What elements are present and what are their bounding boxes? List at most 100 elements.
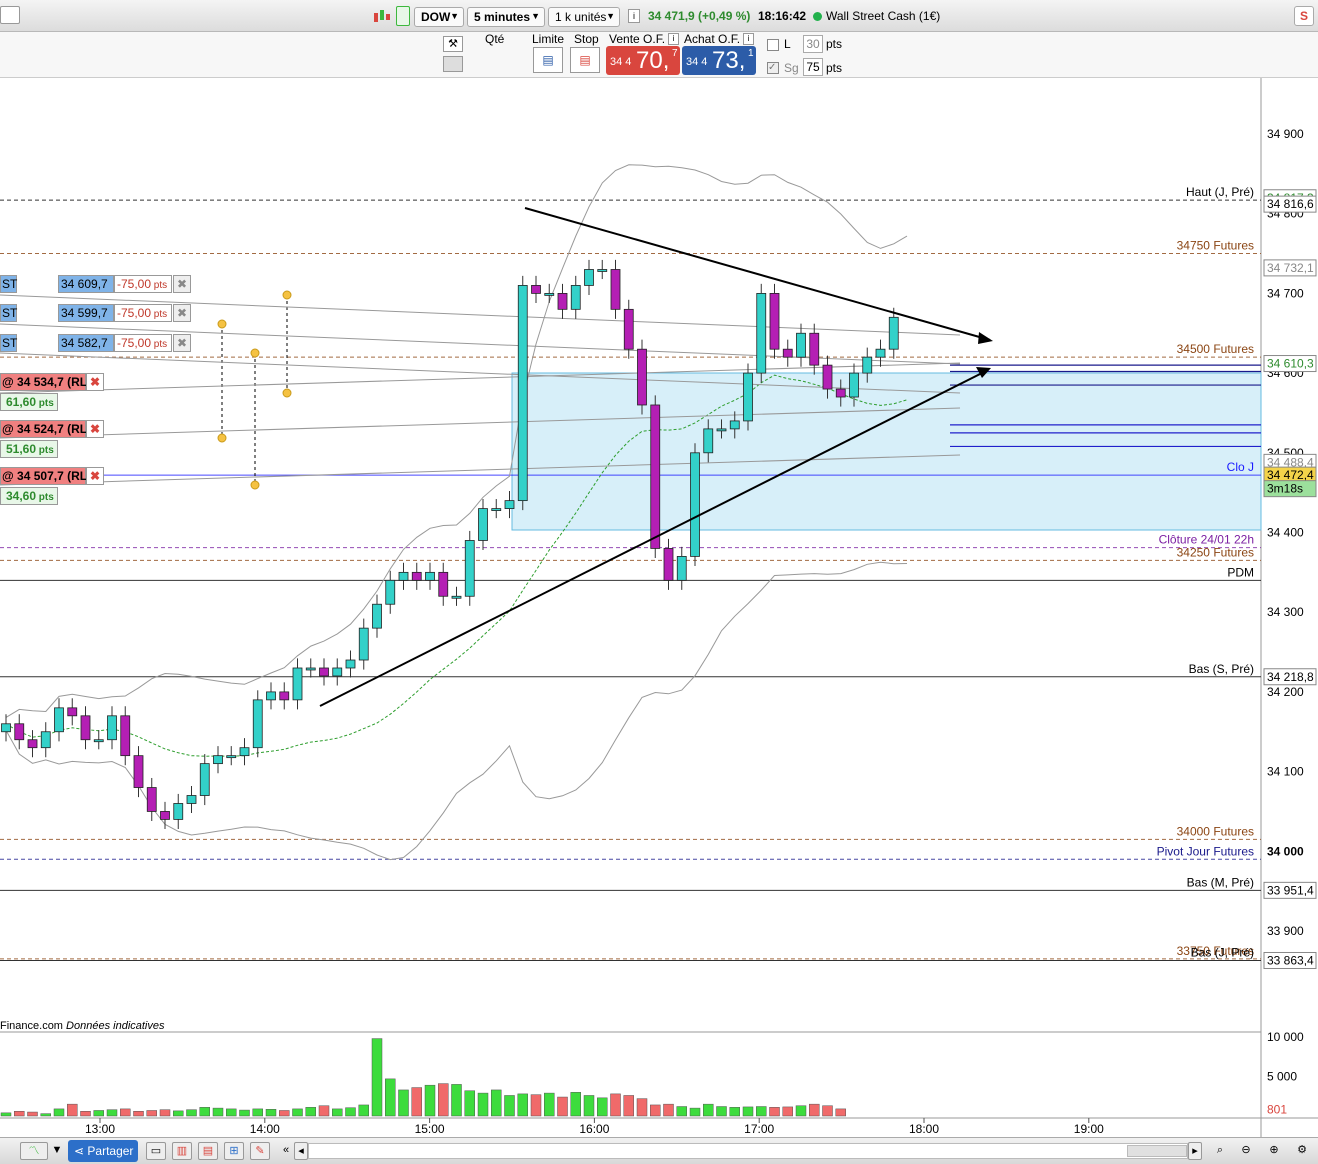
candle[interactable]: [345, 659, 356, 669]
timeframe-select[interactable]: 5 minutes ▼: [467, 7, 545, 27]
candle[interactable]: [729, 420, 740, 430]
zoom-out-icon[interactable]: ⊖: [1236, 1142, 1256, 1160]
candle[interactable]: [875, 348, 886, 358]
candle[interactable]: [372, 603, 382, 629]
candle[interactable]: [557, 292, 568, 310]
candle[interactable]: [796, 332, 806, 358]
candle[interactable]: [358, 627, 369, 661]
candle[interactable]: [160, 811, 170, 820]
candle[interactable]: [451, 595, 462, 599]
candle[interactable]: [411, 571, 422, 581]
stop-order-price[interactable]: 34 599,7: [58, 304, 114, 322]
candle[interactable]: [504, 500, 515, 509]
candle[interactable]: [623, 308, 634, 350]
collapse-left-icon[interactable]: «: [276, 1142, 296, 1160]
candle[interactable]: [146, 787, 157, 812]
buy-button[interactable]: 34 4 73, 1: [682, 46, 756, 75]
candle[interactable]: [1, 723, 11, 733]
close-order-button[interactable]: ✖: [173, 304, 191, 322]
candle[interactable]: [478, 508, 488, 541]
candle[interactable]: [226, 755, 237, 759]
candle[interactable]: [531, 285, 541, 294]
candle[interactable]: [716, 428, 727, 432]
close-position-button[interactable]: ✖: [86, 420, 104, 438]
wrench-icon[interactable]: ⚒: [443, 36, 463, 52]
candle[interactable]: [676, 556, 687, 581]
candle[interactable]: [517, 285, 528, 502]
close-order-button[interactable]: ✖: [173, 275, 191, 293]
position-tag[interactable]: @ 34 534,7 (RL): [0, 373, 91, 391]
zoom-in-icon[interactable]: ⊕: [1264, 1142, 1284, 1160]
stop-handle[interactable]: [250, 480, 260, 490]
sell-info-icon[interactable]: i: [668, 33, 679, 45]
candle[interactable]: [584, 269, 594, 286]
candle[interactable]: [14, 723, 25, 741]
stop-handle[interactable]: [217, 433, 227, 443]
candle[interactable]: [385, 579, 396, 605]
stop-order-tag[interactable]: ST: [0, 275, 17, 293]
candle[interactable]: [40, 731, 51, 749]
candle[interactable]: [849, 372, 859, 398]
candle[interactable]: [27, 739, 38, 749]
candle[interactable]: [888, 316, 899, 350]
instrument-select[interactable]: DOW ▼: [414, 7, 464, 27]
sell-button[interactable]: 34 4 70, 7: [606, 46, 680, 75]
share-button[interactable]: ⋖ Partager: [68, 1140, 138, 1162]
candle[interactable]: [54, 707, 64, 733]
position-tag[interactable]: @ 34 524,7 (RL): [0, 420, 91, 438]
candle[interactable]: [93, 739, 104, 743]
chevron-down-icon[interactable]: ▼: [50, 1142, 64, 1160]
candle[interactable]: [570, 285, 581, 310]
candle[interactable]: [703, 428, 714, 454]
stop-handle[interactable]: [282, 290, 292, 300]
candle[interactable]: [491, 508, 502, 511]
candle[interactable]: [173, 803, 184, 820]
chart-type-icon[interactable]: [372, 8, 392, 24]
app-logo-icon[interactable]: S: [1294, 6, 1314, 26]
stop-button[interactable]: ▤: [570, 47, 600, 73]
edit-icon[interactable]: ✎: [250, 1142, 270, 1160]
stop-handle[interactable]: [250, 348, 260, 358]
screen-icon[interactable]: ▭: [146, 1142, 166, 1160]
close-order-button[interactable]: ✖: [173, 334, 191, 352]
candle[interactable]: [332, 667, 343, 677]
buy-info-icon[interactable]: i: [743, 33, 754, 45]
position-tag[interactable]: @ 34 507,7 (RL): [0, 467, 91, 485]
stop-handle[interactable]: [217, 319, 227, 329]
candle[interactable]: [199, 763, 210, 796]
stop-order-tag[interactable]: ST: [0, 304, 17, 322]
candle[interactable]: [67, 707, 78, 717]
candle[interactable]: [690, 452, 700, 557]
sg-checkbox[interactable]: ✓: [767, 62, 779, 74]
l-input[interactable]: 30: [803, 35, 823, 53]
candle[interactable]: [862, 356, 873, 374]
candle[interactable]: [266, 691, 276, 701]
l-checkbox[interactable]: [767, 39, 779, 51]
candle[interactable]: [597, 269, 608, 272]
candle[interactable]: [305, 667, 316, 671]
stop-order-price[interactable]: 34 609,7: [58, 275, 114, 293]
price-chart[interactable]: 34750 Futures Haut (J, Pré) 34500 Futures C…: [0, 78, 1318, 1137]
candle[interactable]: [80, 715, 91, 741]
candle[interactable]: [425, 571, 435, 581]
units-select[interactable]: 1 k unités ▼: [548, 7, 620, 27]
stop-order-tag[interactable]: ST: [0, 334, 17, 352]
indicator-icon[interactable]: [396, 6, 410, 26]
scroll-right-button[interactable]: ▸: [1188, 1142, 1202, 1160]
limit-button[interactable]: ▤: [533, 47, 563, 73]
sg-input[interactable]: 75: [803, 58, 823, 76]
candle[interactable]: [610, 269, 621, 310]
candle[interactable]: [319, 667, 329, 677]
candle[interactable]: [822, 364, 833, 390]
candle[interactable]: [663, 548, 674, 581]
candle[interactable]: [186, 795, 197, 804]
alert-icon[interactable]: ⊞: [224, 1142, 244, 1160]
candle[interactable]: [398, 571, 409, 581]
candle[interactable]: [544, 292, 555, 296]
candle[interactable]: [239, 747, 250, 757]
candle[interactable]: [292, 667, 303, 701]
stop-handle[interactable]: [282, 388, 292, 398]
candle[interactable]: [279, 691, 290, 701]
candle[interactable]: [252, 699, 263, 749]
candle[interactable]: [769, 292, 780, 350]
